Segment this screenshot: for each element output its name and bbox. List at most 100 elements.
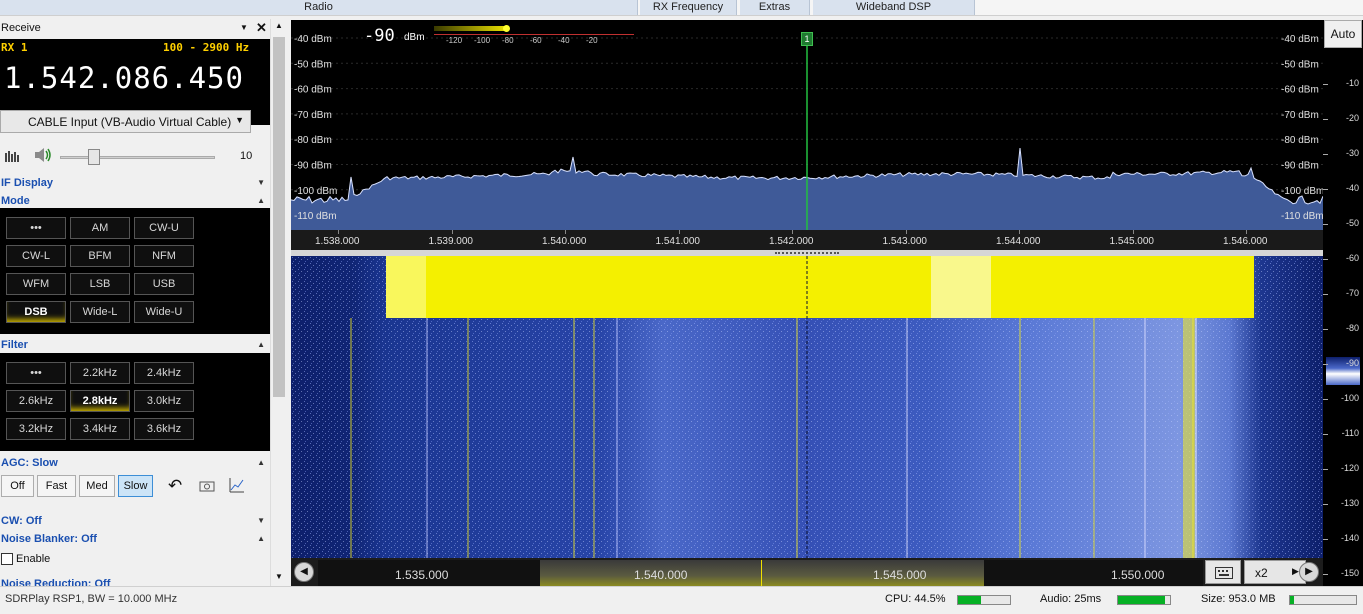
agc-fast-button[interactable]: Fast (37, 475, 76, 497)
filter-button[interactable]: 3.0kHz (134, 390, 194, 412)
s-meter-bar (434, 26, 506, 31)
filter-button[interactable]: 2.8kHz (70, 390, 130, 412)
chart-icon[interactable] (229, 477, 245, 493)
agc-slow-button[interactable]: Slow (118, 475, 153, 497)
cpu-gauge (957, 595, 1011, 605)
volume-slider-thumb[interactable] (88, 149, 101, 165)
agc-header[interactable]: AGC: Slow ▲ (0, 454, 270, 472)
scroll-down-icon[interactable]: ▼ (275, 572, 283, 581)
freq-label: 1.541.000 (655, 236, 701, 247)
frequency-display[interactable]: 1.542.086.450 (4, 61, 244, 95)
if-display-header[interactable]: IF Display ▼ (0, 174, 270, 192)
mode-button[interactable]: Wide-U (134, 301, 194, 323)
volume-value: 10 (240, 150, 253, 162)
db-label-left: -60 dBm (294, 85, 332, 96)
noise-reduction-header[interactable]: Noise Reduction: Off (0, 575, 270, 586)
receive-title: Receive (1, 22, 41, 34)
mode-button[interactable]: AM (70, 217, 130, 239)
signal-unit: dBm (404, 32, 425, 43)
scale-tick-label: -110 (1341, 428, 1359, 438)
splitter-grip (775, 252, 839, 254)
receive-panel: Receive ▼ ✕ RX 1 100 - 2900 Hz 1.542.086… (0, 19, 286, 586)
receiver-marker[interactable]: 1 (801, 32, 813, 46)
db-label-left: -50 dBm (294, 59, 332, 70)
level-meter-icon[interactable] (5, 149, 21, 163)
mode-button[interactable]: BFM (70, 245, 130, 267)
overview-freq-label: 1.550.000 (1111, 568, 1165, 582)
filter-header[interactable]: Filter ▲ (0, 336, 270, 354)
noise-blanker-header[interactable]: Noise Blanker: Off ▲ (0, 530, 270, 548)
overview-strip[interactable]: 1.535.000 1.540.000 1.545.000 1.550.000 (318, 560, 1203, 586)
waterfall-display[interactable] (291, 256, 1323, 558)
filter-button[interactable]: 3.4kHz (70, 418, 130, 440)
mode-button[interactable]: DSB (6, 301, 66, 323)
filter-button[interactable]: 2.4kHz (134, 362, 194, 384)
volume-slider[interactable] (60, 156, 215, 159)
enable-checkbox[interactable] (1, 553, 13, 565)
keyboard-button[interactable] (1205, 560, 1241, 584)
mode-button[interactable]: Wide-L (70, 301, 130, 323)
agc-med-button[interactable]: Med (79, 475, 115, 497)
meter-tick-label: -80 (502, 36, 514, 45)
scale-tick (1323, 364, 1328, 365)
freq-tick (905, 230, 907, 234)
db-label-right: -40 dBm (1281, 34, 1319, 45)
scale-tick-label: -80 (1345, 323, 1359, 333)
close-icon[interactable]: ✕ (256, 20, 267, 36)
undo-icon[interactable]: ↶ (168, 476, 182, 496)
tab-rx-frequency[interactable]: RX Frequency (640, 0, 737, 15)
overview-labels: 1.535.000 1.540.000 1.545.000 1.550.000 (318, 560, 1203, 586)
dropdown-arrow-icon[interactable]: ▼ (240, 23, 248, 32)
mode-button[interactable]: WFM (6, 273, 66, 295)
filter-button[interactable]: 3.6kHz (134, 418, 194, 440)
db-label-right: -50 dBm (1281, 59, 1319, 70)
scale-tick-label: -150 (1340, 568, 1359, 578)
freq-label: 1.539.000 (428, 236, 474, 247)
zoom-select[interactable]: x2 ▶ (1244, 560, 1306, 584)
tab-radio[interactable]: Radio (0, 0, 638, 15)
scale-tick-label: -120 (1340, 463, 1359, 473)
overview-bar: ◀ 1.535.000 1.540.000 1.545.000 1.550.000 x… (291, 558, 1323, 586)
agc-off-button[interactable]: Off (1, 475, 34, 497)
camera-icon[interactable] (199, 480, 215, 492)
filter-button[interactable]: ••• (6, 362, 66, 384)
freq-label: 1.543.000 (882, 236, 928, 247)
filter-button[interactable]: 2.2kHz (70, 362, 130, 384)
chevron-up-icon: ▲ (257, 458, 265, 467)
scroll-right-button[interactable]: ▶ (1299, 562, 1319, 582)
scale-tick-label: -10 (1345, 78, 1359, 88)
cw-label: CW: Off (1, 515, 42, 527)
db-label-right: -110 dBm (1281, 211, 1323, 222)
mode-button[interactable]: LSB (70, 273, 130, 295)
db-label-left: -110 dBm (294, 211, 337, 222)
filter-button[interactable]: 3.2kHz (6, 418, 66, 440)
scale-tick (1323, 119, 1328, 120)
mode-button[interactable]: USB (134, 273, 194, 295)
scale-tick (1323, 154, 1328, 155)
mode-button[interactable]: CW-U (134, 217, 194, 239)
scroll-left-button[interactable]: ◀ (294, 562, 314, 582)
db-label-left: -80 dBm (294, 135, 332, 146)
audio-device-select[interactable]: CABLE Input (VB-Audio Virtual Cable) ▼ (0, 110, 251, 133)
speaker-icon[interactable] (34, 147, 52, 163)
spectrum-display[interactable]: -40 dBm -40 dBm -50 dBm -50 dBm -60 dBm -60 d… (291, 20, 1323, 230)
tab-wideband-dsp[interactable]: Wideband DSP (813, 0, 975, 15)
mode-button[interactable]: NFM (134, 245, 194, 267)
cw-header[interactable]: CW: Off ▼ (0, 512, 270, 530)
left-scrollbar[interactable]: ▲ ▼ (270, 19, 286, 586)
freq-label: 1.540.000 (542, 236, 587, 247)
scale-tick-label: -130 (1340, 498, 1359, 508)
freq-tick (451, 230, 453, 234)
filter-button[interactable]: 2.6kHz (6, 390, 66, 412)
scrollbar-thumb[interactable] (273, 37, 285, 397)
scroll-up-icon[interactable]: ▲ (275, 21, 283, 30)
chevron-up-icon: ▲ (257, 340, 265, 349)
mode-button[interactable]: CW-L (6, 245, 66, 267)
mode-button[interactable]: ••• (6, 217, 66, 239)
db-label-right: -90 dBm (1281, 161, 1319, 172)
audio-device-value: CABLE Input (VB-Audio Virtual Cable) (28, 115, 232, 129)
frequency-axis: 1.538.000 1.539.000 1.540.000 1.541.000 1.54… (291, 230, 1323, 250)
scale-tick (1323, 294, 1328, 295)
tab-extras[interactable]: Extras (740, 0, 810, 15)
scale-ticks: -10 -20 -30 -40 -50 -60 -70 -80 -90 -100 -110 -120 -… (1323, 20, 1363, 586)
